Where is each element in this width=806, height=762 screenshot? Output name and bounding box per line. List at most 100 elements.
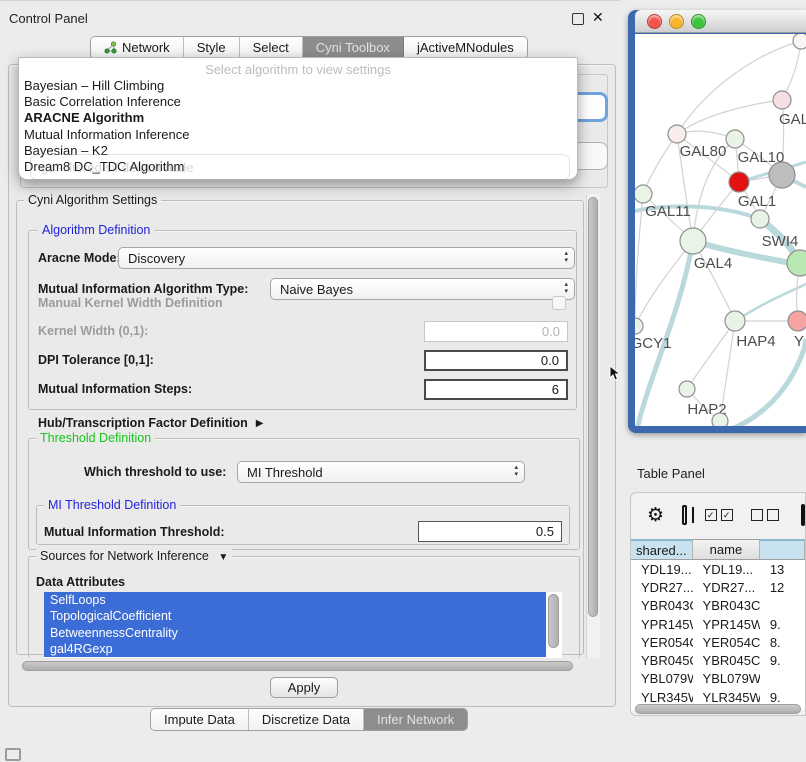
network-node[interactable] — [712, 413, 728, 426]
node-label: GCY1 — [635, 335, 671, 352]
network-icon — [104, 41, 117, 54]
apply-button[interactable]: Apply — [270, 677, 338, 698]
split-columns-icon[interactable] — [682, 505, 687, 525]
node-label: GAL1 — [738, 193, 776, 210]
table-row[interactable]: YBR045CYBR045C9. — [631, 651, 805, 669]
deselect-all-icon[interactable] — [751, 509, 779, 521]
network-window-titlebar[interactable] — [635, 10, 806, 33]
network-node[interactable] — [793, 34, 806, 49]
node-label: GAL80 — [680, 143, 727, 160]
network-node-hap4[interactable] — [725, 311, 745, 331]
bottom-tab-impute-data[interactable]: Impute Data — [151, 709, 249, 730]
aracne-mode-select[interactable]: Discovery ▴▾ — [118, 247, 575, 269]
settings-horizontal-scrollbar-thumb[interactable] — [22, 661, 573, 671]
network-node-gcy1[interactable] — [635, 318, 643, 334]
table-row[interactable]: YBL079WYBL079W — [631, 670, 805, 688]
algorithm-option[interactable]: Bayesian – Hill Climbing — [24, 78, 564, 94]
table-cell: 8. — [760, 635, 805, 650]
table-cell: YDL19... — [631, 562, 693, 577]
mi-algorithm-type-select[interactable]: Naive Bayes ▴▾ — [270, 278, 575, 300]
node-label: SWI4 — [762, 233, 799, 250]
float-window-icon[interactable] — [572, 13, 584, 25]
attribute-item[interactable]: gal4RGexp — [44, 641, 546, 657]
data-attributes-list: SelfLoopsTopologicalCoefficientBetweenne… — [44, 592, 562, 658]
sources-toggle[interactable]: Sources for Network Inference ▼ — [36, 549, 232, 563]
hub-definition-toggle[interactable]: Hub/Transcription Factor Definition ▶ — [38, 413, 263, 433]
settings-vertical-scrollbar-thumb[interactable] — [588, 197, 598, 617]
algorithm-option[interactable]: Mutual Information Inference — [24, 127, 564, 143]
network-node-gal4[interactable] — [680, 228, 706, 254]
tab-jactivemnodules[interactable]: jActiveMNodules — [404, 37, 527, 58]
kernel-width-field[interactable]: 0.0 — [424, 321, 568, 342]
expand-right-icon: ▶ — [256, 418, 264, 429]
network-node-gal10[interactable] — [726, 130, 744, 148]
network-node-y[interactable] — [788, 311, 806, 331]
attribute-item[interactable]: SelfLoops — [44, 592, 546, 608]
dpi-tolerance-field[interactable]: 0.0 — [424, 350, 568, 371]
mi-steps-field[interactable]: 6 — [424, 379, 568, 400]
network-node-gal[interactable] — [773, 91, 791, 109]
new-column-icon[interactable] — [801, 504, 805, 526]
network-edge — [677, 100, 782, 134]
control-panel-title: Control Panel — [9, 11, 88, 26]
table-row[interactable]: YER054CYER054C8. — [631, 633, 805, 651]
mac-minimize-icon[interactable] — [669, 14, 684, 29]
table-cell: YLR345W — [693, 690, 760, 705]
network-node-hap2[interactable] — [679, 381, 695, 397]
bottom-tab-infer-network[interactable]: Infer Network — [364, 709, 467, 730]
attribute-item[interactable]: TopologicalCoefficient — [44, 608, 546, 624]
network-node-gal1[interactable] — [729, 172, 749, 192]
network-canvas[interactable]: GALGAL80GAL10GAL1GAL11SWI4GAL4GCY1HAP4YH… — [635, 34, 806, 426]
gear-icon[interactable]: ⚙ — [647, 504, 664, 527]
table-cell: 13 — [760, 562, 805, 577]
algorithm-option[interactable]: Bayesian – K2 — [24, 143, 564, 159]
attribute-item[interactable]: BetweennessCentrality — [44, 625, 546, 641]
mi-algorithm-type-value: Naive Bayes — [280, 282, 353, 297]
table-horizontal-scrollbar-thumb[interactable] — [635, 704, 801, 714]
network-node-swi4[interactable] — [751, 210, 769, 228]
network-edge — [635, 194, 643, 326]
dock-panel-icon[interactable] — [5, 748, 21, 761]
network-node[interactable] — [787, 250, 806, 276]
mi-threshold-group-title: MI Threshold Definition — [44, 498, 180, 512]
table-row[interactable]: YDR27...YDR27...12 — [631, 578, 805, 596]
bottom-tab-discretize-data[interactable]: Discretize Data — [249, 709, 364, 730]
tab-cyni-toolbox[interactable]: Cyni Toolbox — [303, 37, 404, 58]
algorithm-option[interactable]: Basic Correlation Inference — [24, 94, 564, 110]
tab-network[interactable]: Network — [91, 37, 184, 58]
select-all-icon[interactable]: ✓✓ — [705, 509, 733, 521]
node-label: HAP4 — [736, 333, 775, 350]
mac-zoom-icon[interactable] — [691, 14, 706, 29]
cyni-settings-title: Cyni Algorithm Settings — [24, 193, 161, 207]
network-node-gal80[interactable] — [668, 125, 686, 143]
network-node[interactable] — [769, 162, 795, 188]
tab-label: jActiveMNodules — [417, 40, 514, 55]
tab-select[interactable]: Select — [240, 37, 303, 58]
algorithm-option[interactable]: ARACNE Algorithm — [24, 110, 564, 126]
which-threshold-value: MI Threshold — [247, 465, 323, 480]
application-window: Control Panel ✕ NetworkStyleSelectCyni T… — [0, 0, 806, 762]
table-cell: YBL079W — [693, 671, 760, 686]
mi-threshold-field[interactable]: 0.5 — [418, 521, 562, 542]
mac-close-icon[interactable] — [647, 14, 662, 29]
manual-kernel-width-checkbox[interactable] — [552, 296, 566, 310]
column-header-shared[interactable]: shared... — [631, 539, 693, 560]
column-header[interactable] — [760, 539, 805, 560]
table-row[interactable]: YBR043CYBR043C — [631, 597, 805, 615]
table-row[interactable]: YPR145WYPR145W9. — [631, 615, 805, 633]
combo-arrows-icon: ▴▾ — [564, 250, 568, 264]
attributes-list-scrollbar[interactable] — [548, 594, 559, 648]
algorithm-option[interactable]: Dream8 DC_TDC Algorithm — [24, 159, 564, 175]
combo-arrows-icon: ▴▾ — [514, 464, 518, 478]
network-edge — [643, 134, 677, 194]
table-row[interactable]: YDL19...YDL19...13 — [631, 560, 805, 578]
table-cell: YBR043C — [631, 598, 693, 613]
aracne-mode-label: Aracne Mode: — [38, 248, 121, 268]
kernel-width-label: Kernel Width (0,1): — [38, 321, 148, 341]
network-node-gal11[interactable] — [635, 185, 652, 203]
which-threshold-select[interactable]: MI Threshold ▴▾ — [237, 461, 525, 483]
column-header-name[interactable]: name — [693, 539, 761, 560]
close-icon[interactable]: ✕ — [592, 9, 604, 26]
network-graph: GALGAL80GAL10GAL1GAL11SWI4GAL4GCY1HAP4YH… — [635, 34, 806, 426]
tab-style[interactable]: Style — [184, 37, 240, 58]
